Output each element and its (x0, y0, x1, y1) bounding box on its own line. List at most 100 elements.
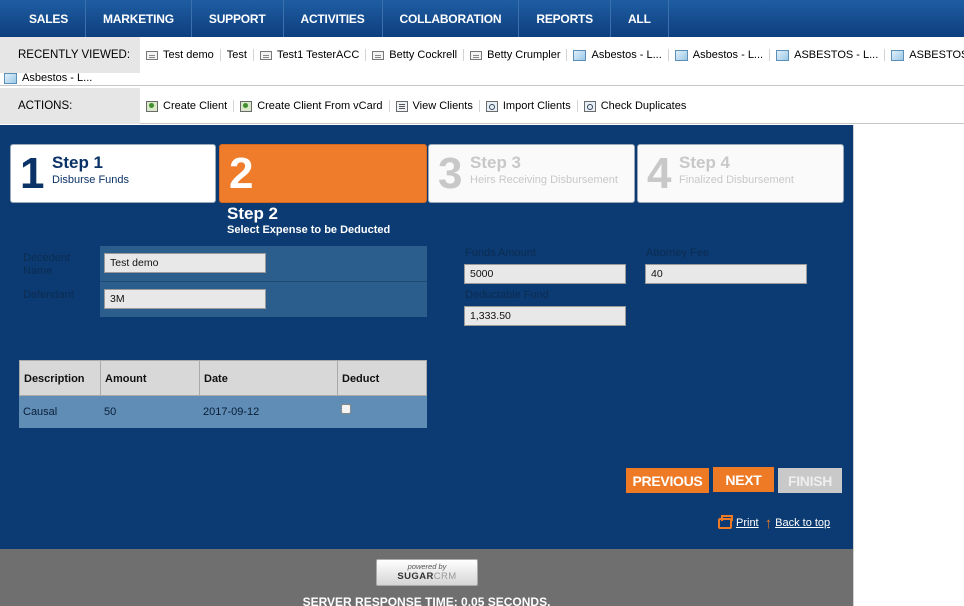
actions-bar: ACTIONS: Create Client Create Client Fro… (0, 88, 964, 124)
nav-support[interactable]: SUPPORT (192, 0, 284, 37)
step-4-tab[interactable]: 4 Step 4 Finalized Disbursement (637, 144, 844, 203)
view-clients-action[interactable]: View Clients (390, 100, 480, 112)
contact-card-icon (372, 50, 385, 60)
recent-item[interactable]: Asbestos - L... (669, 49, 771, 61)
recent-item[interactable]: ASBESTOS - L... (770, 49, 886, 61)
logo-strong: SUGAR (397, 571, 434, 582)
window-icon (4, 72, 17, 84)
nav-sales[interactable]: SALES (0, 0, 87, 37)
top-nav: SALES MARKETING SUPPORT ACTIVITIES COLLA… (0, 0, 964, 37)
form-divider (100, 281, 427, 282)
current-step-title: Step 2 (227, 204, 279, 223)
defendant-label: Defendant (23, 289, 74, 301)
action-label: Import Clients (502, 100, 571, 112)
recent-item[interactable]: Test1 TesterACC (254, 49, 367, 61)
recent-item[interactable]: Test demo (140, 49, 221, 61)
table-row: Causal 50 2017-09-12 (19, 396, 427, 428)
create-client-action[interactable]: Create Client (140, 100, 235, 112)
step-title: Step 4 (679, 153, 731, 172)
recent-item[interactable]: Asbestos - L... (567, 49, 669, 61)
contact-card-icon (146, 50, 158, 60)
recently-viewed-list: Test demo Test Test1 TesterACC Betty Coc… (140, 37, 964, 73)
step-number: 2 (229, 149, 254, 198)
step-number: 3 (438, 149, 463, 198)
defendant-field[interactable] (104, 289, 266, 309)
nav-reports[interactable]: REPORTS (519, 0, 611, 37)
recent-item[interactable]: Asbestos - L... (4, 72, 92, 84)
recently-viewed-bar: RECENTLY VIEWED: Test demo Test Test1 Te… (0, 37, 964, 86)
logo-light: CRM (433, 571, 457, 582)
step-number: 4 (647, 149, 672, 198)
column-header-deduct: Deduct (342, 373, 380, 385)
create-client-vcard-action[interactable]: Create Client From vCard (234, 100, 390, 112)
table-header: Description Amount Date Deduct (19, 360, 427, 397)
action-label: View Clients (412, 100, 473, 112)
recent-item-label: ASBESTOS - L... (909, 49, 964, 61)
previous-button[interactable]: PREVIOUS (626, 468, 709, 493)
cell-deduct (337, 396, 425, 428)
decedent-name-field[interactable] (104, 253, 266, 273)
column-header-description: Description (20, 361, 101, 397)
vcard-icon (240, 100, 253, 112)
actions-label: ACTIONS: (0, 88, 140, 124)
recent-item[interactable]: ASBESTOS - L... (885, 49, 964, 61)
sugarcrm-logo: SUGARCRM (377, 571, 477, 582)
recently-viewed-label: RECENTLY VIEWED: (0, 37, 140, 73)
step-subtitle: Finalized Disbursement (679, 174, 794, 186)
arrow-up-icon: ↑ (764, 514, 773, 532)
attorney-fee-field[interactable] (645, 264, 807, 284)
check-duplicates-action[interactable]: Check Duplicates (578, 100, 693, 112)
right-gutter (853, 125, 964, 606)
check-duplicates-icon (583, 100, 596, 112)
recent-item-label: Betty Crumpler (487, 49, 561, 61)
list-icon (395, 100, 408, 112)
contact-card-icon (259, 50, 272, 60)
server-response-time: SERVER RESPONSE TIME: 0.05 SECONDS. (302, 595, 551, 606)
attorney-fee-label: Attorney Fee (646, 247, 709, 259)
finish-button[interactable]: FINISH (778, 468, 842, 493)
nav-all[interactable]: ALL (611, 0, 669, 37)
step-subtitle: Heirs Receiving Disbursement (470, 174, 618, 186)
printer-icon (718, 514, 733, 529)
recent-item-label: ASBESTOS - L... (794, 49, 879, 61)
client-info-box (100, 246, 427, 317)
recent-item[interactable]: Betty Cockrell (366, 49, 465, 61)
window-icon (573, 49, 587, 61)
step-subtitle: Disburse Funds (52, 174, 130, 186)
step-title: Step 1 (52, 153, 104, 172)
step-number: 1 (20, 149, 45, 198)
recent-item[interactable]: Betty Crumpler (464, 49, 568, 61)
step-2-tab[interactable]: 2 (219, 144, 427, 203)
funds-amount-field[interactable] (464, 264, 626, 284)
print-link[interactable]: Print (736, 517, 759, 529)
step-1-tab[interactable]: 1 Step 1 Disburse Funds (10, 144, 216, 203)
recent-item-label: Test demo (163, 49, 214, 61)
cell-description: Causal (23, 406, 58, 418)
window-icon (891, 49, 905, 61)
create-client-icon (146, 100, 158, 112)
recent-item-label: Asbestos - L... (591, 49, 662, 61)
deductable-fund-label: Deductable Fund (465, 289, 549, 301)
nav-activities[interactable]: ACTIVITIES (284, 0, 383, 37)
step-3-tab[interactable]: 3 Step 3 Heirs Receiving Disbursement (428, 144, 635, 203)
back-to-top-link[interactable]: Back to top (775, 517, 830, 529)
action-label: Check Duplicates (600, 100, 687, 112)
nav-collaboration[interactable]: COLLABORATION (383, 0, 520, 37)
recent-item[interactable]: Test (221, 49, 254, 61)
next-button[interactable]: NEXT (713, 467, 774, 492)
recent-item-label: Betty Cockrell (389, 49, 458, 61)
current-step-subtitle: Select Expense to be Deducted (227, 224, 391, 236)
window-icon (674, 49, 688, 61)
action-label: Create Client (163, 100, 228, 112)
deductable-fund-field[interactable] (464, 306, 626, 326)
nav-marketing[interactable]: MARKETING (86, 0, 192, 37)
deduct-checkbox[interactable] (341, 404, 351, 414)
actions-list: Create Client Create Client From vCard V… (140, 88, 692, 124)
funds-amount-label: Funds Amount (465, 247, 536, 259)
column-header-amount: Amount (101, 361, 200, 397)
contact-card-icon (470, 50, 483, 60)
import-clients-action[interactable]: Import Clients (480, 100, 578, 112)
app-root: SALES MARKETING SUPPORT ACTIVITIES COLLA… (0, 0, 964, 606)
recent-item-label: Test (226, 49, 247, 61)
powered-by-sugarcrm-badge[interactable]: powered by SUGARCRM (376, 559, 478, 586)
